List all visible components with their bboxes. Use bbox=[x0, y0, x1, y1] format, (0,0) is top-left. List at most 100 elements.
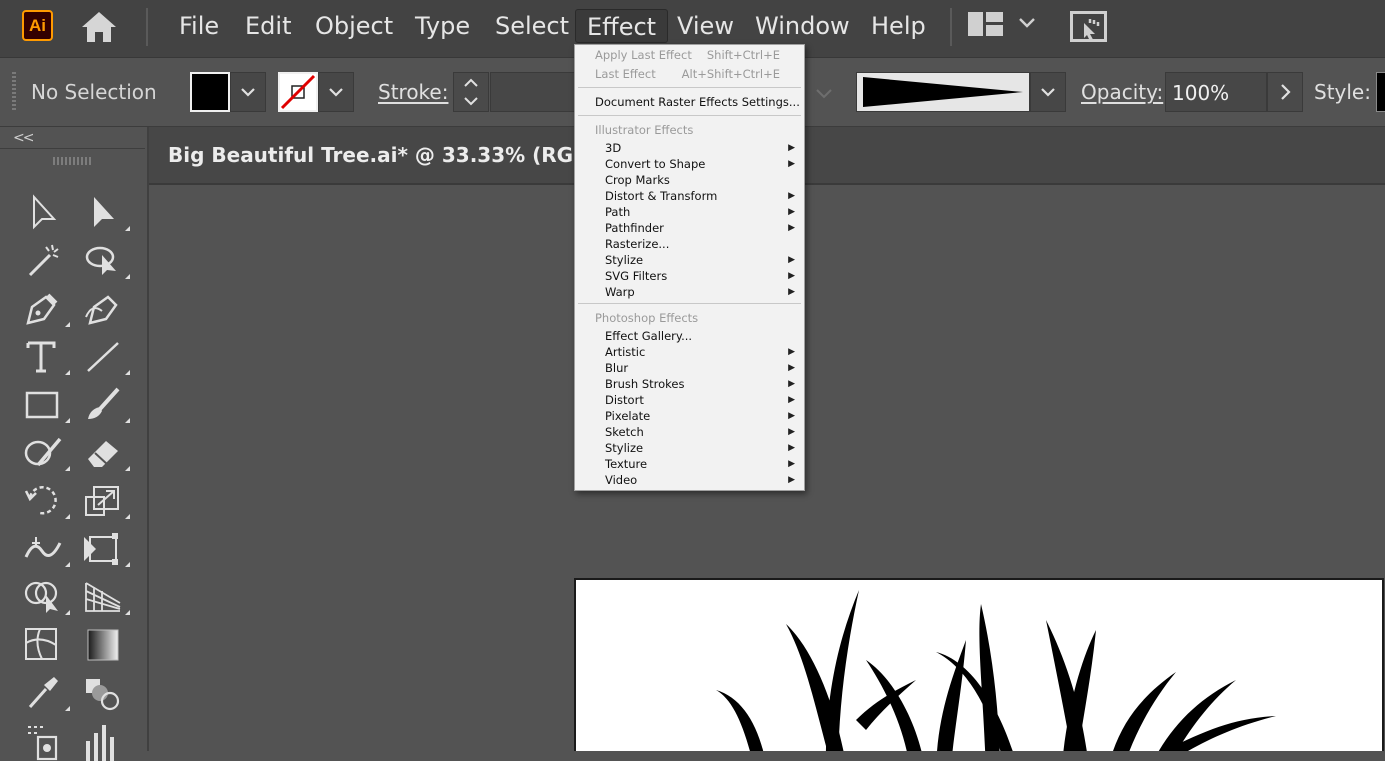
eraser-tool-icon[interactable] bbox=[82, 433, 130, 473]
shaper-tool-icon[interactable] bbox=[22, 433, 70, 473]
menu-item-label: Blur bbox=[605, 361, 629, 375]
menu-item-apply-last-effect[interactable]: Apply Last Effect Shift+Ctrl+E bbox=[575, 47, 804, 63]
menu-item-pixelate[interactable]: Pixelate ▶ bbox=[575, 408, 804, 424]
magic-wand-tool-icon[interactable] bbox=[22, 241, 66, 281]
menu-item-label: Convert to Shape bbox=[605, 157, 706, 171]
panel-grip[interactable] bbox=[12, 72, 16, 112]
pen-tool-icon[interactable] bbox=[22, 289, 70, 329]
direct-selection-tool-icon[interactable] bbox=[82, 193, 130, 233]
menu-item-effect-gallery[interactable]: Effect Gallery... bbox=[575, 328, 804, 344]
selection-status: No Selection bbox=[31, 80, 157, 104]
column-graph-tool-icon[interactable] bbox=[82, 721, 126, 761]
menu-item-stylize[interactable]: Stylize ▶ bbox=[575, 252, 804, 268]
menu-item-distort[interactable]: Distort ▶ bbox=[575, 392, 804, 408]
menu-item-distort-transform[interactable]: Distort & Transform ▶ bbox=[575, 188, 804, 204]
menu-item-label: Stylize bbox=[605, 253, 644, 267]
chevron-down-icon[interactable] bbox=[1018, 15, 1036, 35]
menu-item-crop-marks[interactable]: Crop Marks bbox=[575, 172, 804, 188]
opacity-expand-button[interactable] bbox=[1267, 72, 1303, 112]
menu-item-blur[interactable]: Blur ▶ bbox=[575, 360, 804, 376]
panel-grip[interactable] bbox=[53, 157, 91, 165]
graphic-style-swatch[interactable] bbox=[1376, 72, 1385, 112]
menu-window[interactable]: Window bbox=[755, 9, 850, 43]
lasso-tool-icon[interactable] bbox=[82, 241, 130, 281]
menu-item-label: Pixelate bbox=[605, 409, 651, 423]
submenu-arrow-icon: ▶ bbox=[788, 427, 795, 437]
menu-item-texture[interactable]: Texture ▶ bbox=[575, 456, 804, 472]
submenu-arrow-icon: ▶ bbox=[788, 475, 795, 485]
scale-tool-icon[interactable] bbox=[82, 481, 130, 521]
menu-edit[interactable]: Edit bbox=[245, 9, 291, 43]
home-icon[interactable] bbox=[80, 10, 118, 48]
workspace-switcher-icon[interactable] bbox=[968, 12, 1004, 42]
stroke-dropdown-button[interactable] bbox=[318, 72, 354, 112]
paintbrush-tool-icon[interactable] bbox=[82, 385, 130, 425]
free-transform-tool-icon[interactable] bbox=[82, 529, 130, 569]
chevron-down-icon[interactable] bbox=[815, 85, 833, 104]
menu-object[interactable]: Object bbox=[315, 9, 393, 43]
stroke-color-swatch[interactable] bbox=[278, 72, 318, 112]
menu-file[interactable]: File bbox=[179, 9, 219, 43]
eyedropper-tool-icon[interactable] bbox=[22, 673, 70, 713]
menu-item-sketch[interactable]: Sketch ▶ bbox=[575, 424, 804, 440]
perspective-grid-tool-icon[interactable] bbox=[82, 577, 130, 617]
menu-item-stylize[interactable]: Stylize ▶ bbox=[575, 440, 804, 456]
menu-item-svg-filters[interactable]: SVG Filters ▶ bbox=[575, 268, 804, 284]
shape-builder-tool-icon[interactable] bbox=[22, 577, 70, 617]
stroke-profile-preview[interactable] bbox=[856, 72, 1030, 112]
illustrator-logo: Ai bbox=[22, 10, 53, 41]
style-label: Style: bbox=[1314, 80, 1371, 104]
menu-item-artistic[interactable]: Artistic ▶ bbox=[575, 344, 804, 360]
rectangle-tool-icon[interactable] bbox=[22, 385, 70, 425]
stroke-label[interactable]: Stroke: bbox=[378, 80, 448, 104]
stroke-profile-dropdown[interactable] bbox=[1030, 72, 1066, 112]
curvature-tool-icon[interactable] bbox=[82, 289, 126, 329]
artboard[interactable] bbox=[574, 578, 1384, 751]
menu-item-brush-strokes[interactable]: Brush Strokes ▶ bbox=[575, 376, 804, 392]
menu-help[interactable]: Help bbox=[871, 9, 926, 43]
stroke-weight-input[interactable] bbox=[490, 72, 580, 112]
tools-panel: << bbox=[0, 127, 149, 761]
menubar-divider bbox=[950, 8, 952, 46]
menu-item-warp[interactable]: Warp ▶ bbox=[575, 284, 804, 300]
fill-color-swatch[interactable] bbox=[190, 72, 230, 112]
opacity-input[interactable]: 100% bbox=[1165, 72, 1267, 112]
gradient-tool-icon[interactable] bbox=[82, 625, 126, 665]
menu-item-convert-to-shape[interactable]: Convert to Shape ▶ bbox=[575, 156, 804, 172]
line-segment-tool-icon[interactable] bbox=[82, 337, 130, 377]
opacity-label[interactable]: Opacity: bbox=[1081, 80, 1163, 104]
menu-item-last-effect[interactable]: Last Effect Alt+Shift+Ctrl+E bbox=[575, 66, 804, 82]
menu-item-label: Stylize bbox=[605, 441, 644, 455]
submenu-arrow-icon: ▶ bbox=[788, 363, 795, 373]
menu-item-shortcut: Alt+Shift+Ctrl+E bbox=[681, 67, 780, 81]
panel-divider bbox=[0, 148, 145, 149]
menu-type[interactable]: Type bbox=[415, 9, 470, 43]
fill-dropdown-button[interactable] bbox=[230, 72, 266, 112]
blend-tool-icon[interactable] bbox=[82, 673, 126, 713]
selection-tool-icon[interactable] bbox=[22, 193, 66, 233]
menu-item-label: Effect Gallery... bbox=[605, 329, 693, 343]
submenu-arrow-icon: ▶ bbox=[788, 255, 795, 265]
menu-item-3d[interactable]: 3D ▶ bbox=[575, 140, 804, 156]
symbol-sprayer-tool-icon[interactable] bbox=[22, 721, 66, 761]
width-tool-icon[interactable] bbox=[22, 529, 70, 569]
menubar-divider bbox=[146, 8, 148, 46]
menu-item-video[interactable]: Video ▶ bbox=[575, 472, 804, 488]
menu-item-pathfinder[interactable]: Pathfinder ▶ bbox=[575, 220, 804, 236]
mesh-tool-icon[interactable] bbox=[22, 625, 66, 665]
menu-header-illustrator-effects: Illustrator Effects bbox=[575, 122, 804, 138]
menu-item-path[interactable]: Path ▶ bbox=[575, 204, 804, 220]
rotate-tool-icon[interactable] bbox=[22, 481, 70, 521]
stroke-weight-stepper[interactable] bbox=[453, 72, 489, 112]
type-tool-icon[interactable] bbox=[22, 337, 70, 377]
menu-item-label: Apply Last Effect bbox=[595, 48, 692, 62]
menu-effect[interactable]: Effect bbox=[575, 9, 669, 43]
menu-view[interactable]: View bbox=[677, 9, 734, 43]
menu-item-document-raster-effects-settings[interactable]: Document Raster Effects Settings... bbox=[575, 94, 804, 110]
collapse-panel-button[interactable]: << bbox=[13, 130, 35, 146]
menu-separator bbox=[578, 303, 801, 304]
menu-item-rasterize[interactable]: Rasterize... bbox=[575, 236, 804, 252]
menu-item-label: 3D bbox=[605, 141, 622, 155]
menu-select[interactable]: Select bbox=[495, 9, 569, 43]
arrange-documents-icon[interactable] bbox=[1070, 11, 1108, 47]
